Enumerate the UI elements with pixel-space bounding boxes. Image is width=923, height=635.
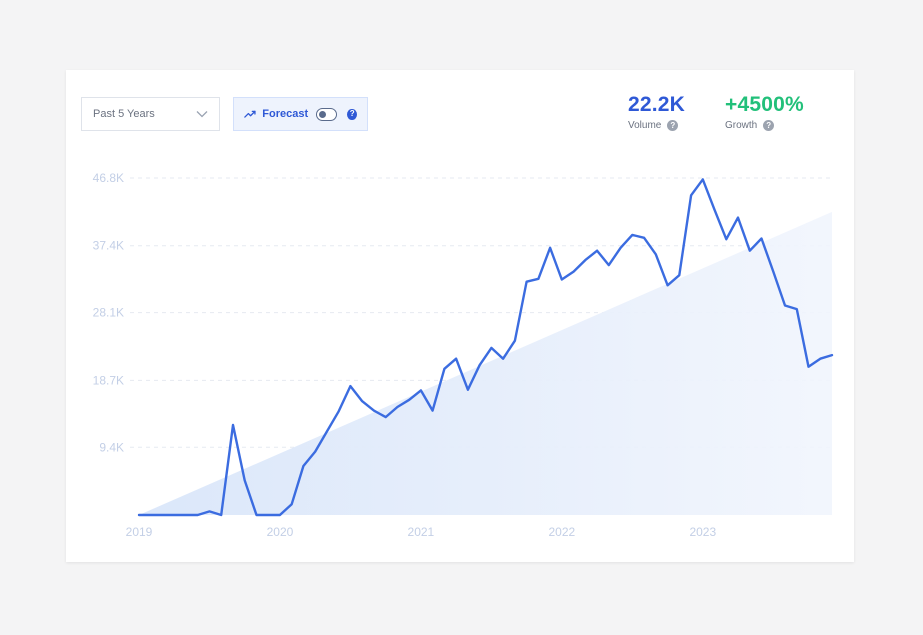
data-point[interactable] xyxy=(817,356,823,362)
data-point[interactable] xyxy=(277,512,283,518)
forecast-help-icon[interactable]: ? xyxy=(347,108,357,120)
data-point[interactable] xyxy=(794,306,800,312)
data-point[interactable] xyxy=(759,235,765,241)
data-point[interactable] xyxy=(453,356,459,362)
growth-label: Growth xyxy=(725,120,758,131)
data-point[interactable] xyxy=(653,251,659,257)
x-tick-label: 2022 xyxy=(548,525,575,539)
y-tick-label: 46.8K xyxy=(93,171,124,185)
forecast-toggle[interactable] xyxy=(316,107,338,121)
data-point[interactable] xyxy=(641,235,647,241)
data-point[interactable] xyxy=(300,463,306,469)
growth-value: +4500% xyxy=(725,93,804,116)
data-point[interactable] xyxy=(289,501,295,507)
data-point[interactable] xyxy=(336,408,342,414)
data-point[interactable] xyxy=(712,207,718,213)
forecast-toggle-panel: Forecast ? xyxy=(233,97,368,131)
data-point[interactable] xyxy=(618,245,624,251)
data-point[interactable] xyxy=(700,176,706,182)
data-point[interactable] xyxy=(723,236,729,242)
data-point[interactable] xyxy=(218,512,224,518)
data-point[interactable] xyxy=(359,398,365,404)
data-point[interactable] xyxy=(159,512,165,518)
data-point[interactable] xyxy=(312,449,318,455)
volume-help-icon[interactable]: ? xyxy=(667,120,679,131)
volume-metric: 22.2K Volume ? xyxy=(628,93,685,131)
data-point[interactable] xyxy=(148,512,154,518)
y-axis-ticks: 9.4K 18.7K 28.1K 37.4K 46.8K xyxy=(93,171,124,454)
data-point[interactable] xyxy=(512,338,518,344)
y-tick-label: 37.4K xyxy=(93,239,124,253)
x-tick-label: 2019 xyxy=(126,525,153,539)
data-point[interactable] xyxy=(782,302,788,308)
trending-up-icon xyxy=(244,110,256,118)
data-point[interactable] xyxy=(441,366,447,372)
data-point[interactable] xyxy=(406,397,412,403)
data-point[interactable] xyxy=(735,215,741,221)
data-point[interactable] xyxy=(500,356,506,362)
data-point[interactable] xyxy=(606,262,612,268)
data-point[interactable] xyxy=(394,404,400,410)
data-point[interactable] xyxy=(183,512,189,518)
x-tick-label: 2021 xyxy=(408,525,435,539)
data-point[interactable] xyxy=(371,408,377,414)
data-point[interactable] xyxy=(547,245,553,251)
forecast-label: Forecast xyxy=(262,108,309,120)
data-point[interactable] xyxy=(488,345,494,351)
data-point[interactable] xyxy=(676,272,682,278)
data-point[interactable] xyxy=(829,352,835,358)
data-point[interactable] xyxy=(265,512,271,518)
data-point[interactable] xyxy=(524,279,530,285)
data-point[interactable] xyxy=(477,362,483,368)
x-tick-label: 2023 xyxy=(689,525,716,539)
x-tick-label: 2020 xyxy=(267,525,294,539)
data-point[interactable] xyxy=(770,269,776,275)
data-point[interactable] xyxy=(230,422,236,428)
data-point[interactable] xyxy=(242,477,248,483)
chevron-down-icon xyxy=(196,111,208,118)
x-axis-ticks: 2019 2020 2021 2022 2023 xyxy=(126,525,717,539)
data-point[interactable] xyxy=(535,276,541,282)
data-point[interactable] xyxy=(594,248,600,254)
data-point[interactable] xyxy=(688,192,694,198)
data-point[interactable] xyxy=(665,282,671,288)
data-point[interactable] xyxy=(171,512,177,518)
data-point[interactable] xyxy=(559,277,565,283)
y-tick-label: 28.1K xyxy=(93,306,124,320)
data-point[interactable] xyxy=(571,269,577,275)
data-point[interactable] xyxy=(347,383,353,389)
data-point[interactable] xyxy=(383,414,389,420)
growth-metric: +4500% Growth ? xyxy=(725,93,804,131)
volume-label: Volume xyxy=(628,120,662,131)
data-point[interactable] xyxy=(418,387,424,393)
data-point[interactable] xyxy=(806,364,812,370)
data-point[interactable] xyxy=(136,512,142,518)
y-tick-label: 9.4K xyxy=(99,440,124,454)
toggle-knob xyxy=(319,110,327,118)
volume-value: 22.2K xyxy=(628,93,686,116)
data-point[interactable] xyxy=(747,248,753,254)
growth-help-icon[interactable]: ? xyxy=(763,120,775,131)
data-point[interactable] xyxy=(324,428,330,434)
data-point[interactable] xyxy=(582,257,588,263)
y-tick-label: 18.7K xyxy=(93,373,124,387)
time-range-label: Past 5 Years xyxy=(93,108,155,120)
time-range-dropdown[interactable]: Past 5 Years xyxy=(81,97,220,131)
data-point[interactable] xyxy=(465,387,471,393)
data-point[interactable] xyxy=(195,512,201,518)
data-point[interactable] xyxy=(629,232,635,238)
data-point[interactable] xyxy=(430,408,436,414)
data-point[interactable] xyxy=(253,512,259,518)
data-point[interactable] xyxy=(206,508,212,514)
